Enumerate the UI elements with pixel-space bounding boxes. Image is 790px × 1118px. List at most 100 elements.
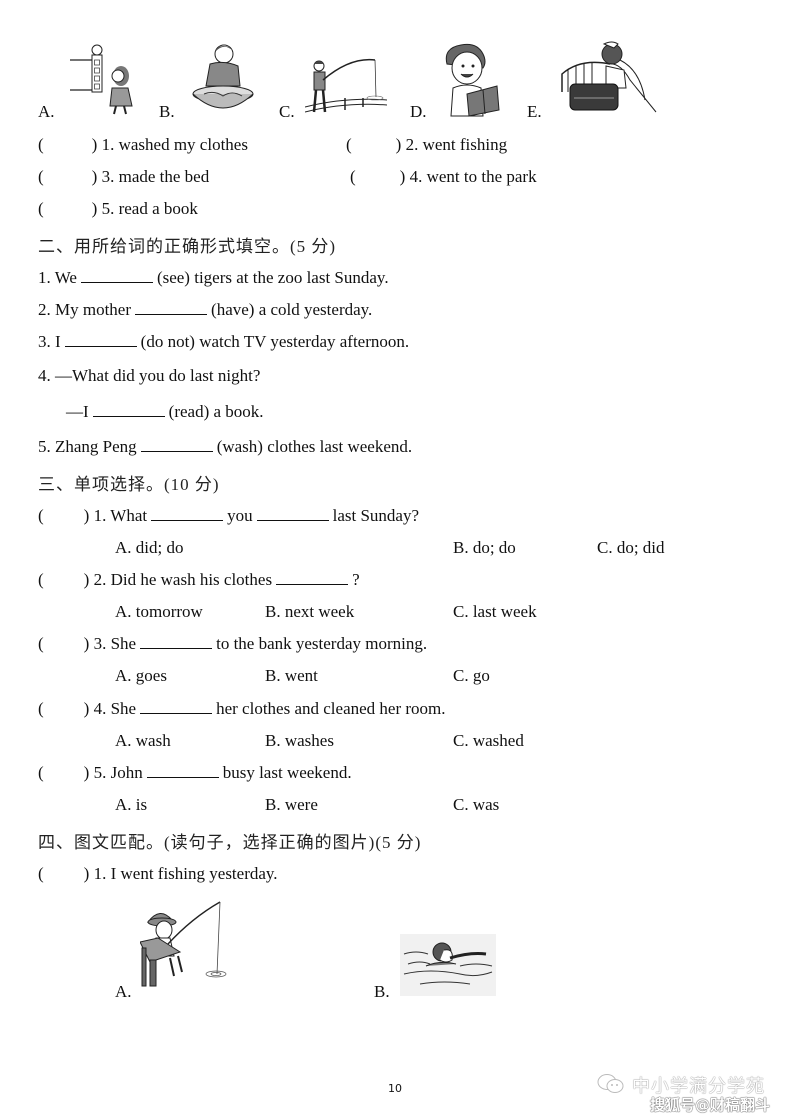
fill-item-text: 2. My mother xyxy=(38,300,132,319)
fill-item-4-question: 4. —What did you do last night? xyxy=(38,366,260,386)
choice-option-1b: B. do; do xyxy=(453,538,516,557)
answer-paren-open: ( xyxy=(38,634,44,653)
fill-blank xyxy=(140,634,213,649)
fill-item-5: 5. Zhang Peng (wash) clothes last weekend… xyxy=(38,437,412,457)
match-item-4: () 4. went to the park xyxy=(350,167,537,187)
answer-paren-close: ) xyxy=(395,135,402,154)
choice-option-5a: A. is xyxy=(115,795,148,814)
fill-blank xyxy=(151,506,224,521)
fill-item-text: (see) tigers at the zoo last Sunday. xyxy=(156,268,389,287)
option-label-e: E. xyxy=(527,102,542,121)
fill-item-text: 5. Zhang Peng xyxy=(38,437,137,456)
choice-option-2c: C. last week xyxy=(453,602,537,621)
boy-fishing-on-pier-icon xyxy=(140,901,227,987)
question-text: 5. John xyxy=(93,763,143,782)
question-text: busy last weekend. xyxy=(222,763,352,782)
choice-question-1: () 1. What you last Sunday? xyxy=(38,506,419,526)
fill-item-1: 1. We (see) tigers at the zoo last Sunday… xyxy=(38,268,389,288)
answer-paren-open: ( xyxy=(38,864,44,883)
question-text: last Sunday? xyxy=(332,506,420,525)
option-label-a: A. xyxy=(38,102,55,121)
boy-reading-book-icon xyxy=(445,43,500,117)
option-label-d: D. xyxy=(410,102,427,121)
woman-washing-clothes-icon xyxy=(192,44,254,109)
fill-blank[interactable] xyxy=(92,402,165,417)
fill-item-text: 3. I xyxy=(38,332,61,351)
choice-option-2a: A. tomorrow xyxy=(115,602,203,621)
answer-paren-open: ( xyxy=(38,699,44,718)
choice-option-4b: B. washes xyxy=(265,731,334,750)
answer-paren-open: ( xyxy=(346,135,352,154)
answer-paren-close: ) xyxy=(83,763,90,782)
question-text: ? xyxy=(352,570,360,589)
question-text: 4. She xyxy=(93,699,137,718)
choice-question-3: () 3. She to the bank yesterday morning. xyxy=(38,634,427,654)
question-text: 2. Did he wash his clothes xyxy=(93,570,273,589)
answer-paren-close: ) xyxy=(83,506,90,525)
match-picture-question-1: () 1. I went fishing yesterday. xyxy=(38,864,278,884)
choice-option-3c: C. go xyxy=(453,666,490,685)
girl-swimming-icon xyxy=(400,934,496,996)
match-item-text: 1. washed my clothes xyxy=(101,135,248,154)
choice-option-5b: B. were xyxy=(265,795,318,814)
boy-fishing-icon xyxy=(305,58,387,113)
section-2-title: 二、用所给词的正确形式填空。(5 分) xyxy=(38,237,337,256)
match-item-text: 5. read a book xyxy=(101,199,198,218)
fill-blank[interactable] xyxy=(135,300,208,315)
match-item-2: () 2. went fishing xyxy=(346,135,507,155)
fill-item-text: (read) a book. xyxy=(168,402,264,421)
fill-blank xyxy=(140,699,213,714)
match-item-3: () 3. made the bed xyxy=(38,167,209,187)
choice-option-4c: C. washed xyxy=(453,731,524,750)
answer-paren-close: ) xyxy=(91,135,98,154)
answer-paren-close: ) xyxy=(83,634,90,653)
girl-walking-to-park-icon xyxy=(70,44,133,115)
choice-option-3a: A. goes xyxy=(115,666,167,685)
choice-question-5: () 5. John busy last weekend. xyxy=(38,763,352,783)
choice-question-4: () 4. She her clothes and cleaned her roo… xyxy=(38,699,446,719)
fill-item-text: (do not) watch TV yesterday afternoon. xyxy=(140,332,410,351)
answer-paren-close: ) xyxy=(91,199,98,218)
fill-item-text: —I xyxy=(66,402,89,421)
choice-option-4a: A. wash xyxy=(115,731,171,750)
section-3-title: 三、单项选择。(10 分) xyxy=(38,475,220,494)
answer-paren-open: ( xyxy=(38,763,44,782)
match-item-text: 3. made the bed xyxy=(101,167,210,186)
fill-blank[interactable] xyxy=(64,332,137,347)
choice-option-5c: C. was xyxy=(453,795,500,814)
picture-option-a-label: A. xyxy=(115,982,132,1001)
fill-blank xyxy=(256,506,329,521)
answer-paren-close: ) xyxy=(83,864,90,883)
answer-paren-open: ( xyxy=(38,570,44,589)
answer-paren-open: ( xyxy=(38,199,44,218)
page-number: 10 xyxy=(388,1082,402,1095)
question-text: you xyxy=(227,506,253,525)
fill-item-4-answer: —I (read) a book. xyxy=(66,402,264,422)
answer-paren-close: ) xyxy=(399,167,406,186)
watermark-sohu-handle: 搜狐号@财稿翻斗 xyxy=(650,1096,771,1114)
girl-making-bed-icon xyxy=(561,41,657,113)
fill-blank[interactable] xyxy=(80,268,153,283)
answer-paren-close: ) xyxy=(91,167,98,186)
fill-item-text: (wash) clothes last weekend. xyxy=(216,437,413,456)
option-label-b: B. xyxy=(159,102,175,121)
match-item-5: () 5. read a book xyxy=(38,199,198,219)
question-text: 3. She xyxy=(93,634,137,653)
answer-paren-open: ( xyxy=(38,506,44,525)
match-item-text: 4. went to the park xyxy=(409,167,537,186)
fill-item-text: 4. —What did you do last night? xyxy=(38,366,261,385)
section-4-title: 四、图文匹配。(读句子，选择正确的图片)(5 分) xyxy=(38,833,422,852)
question-text: 1. What xyxy=(93,506,148,525)
wechat-icon xyxy=(597,1074,624,1093)
question-text: 1. I went fishing yesterday. xyxy=(93,864,278,883)
picture-option-b-label: B. xyxy=(374,982,390,1001)
fill-item-text: (have) a cold yesterday. xyxy=(211,300,373,319)
choice-option-2b: B. next week xyxy=(265,602,355,621)
fill-blank[interactable] xyxy=(140,437,213,452)
match-item-text: 2. went fishing xyxy=(405,135,508,154)
choice-option-1a: A. did; do xyxy=(115,538,184,557)
fill-item-3: 3. I (do not) watch TV yesterday afternoo… xyxy=(38,332,409,352)
choice-option-1c: C. do; did xyxy=(597,538,665,557)
question-text: to the bank yesterday morning. xyxy=(216,634,428,653)
option-label-c: C. xyxy=(279,102,295,121)
